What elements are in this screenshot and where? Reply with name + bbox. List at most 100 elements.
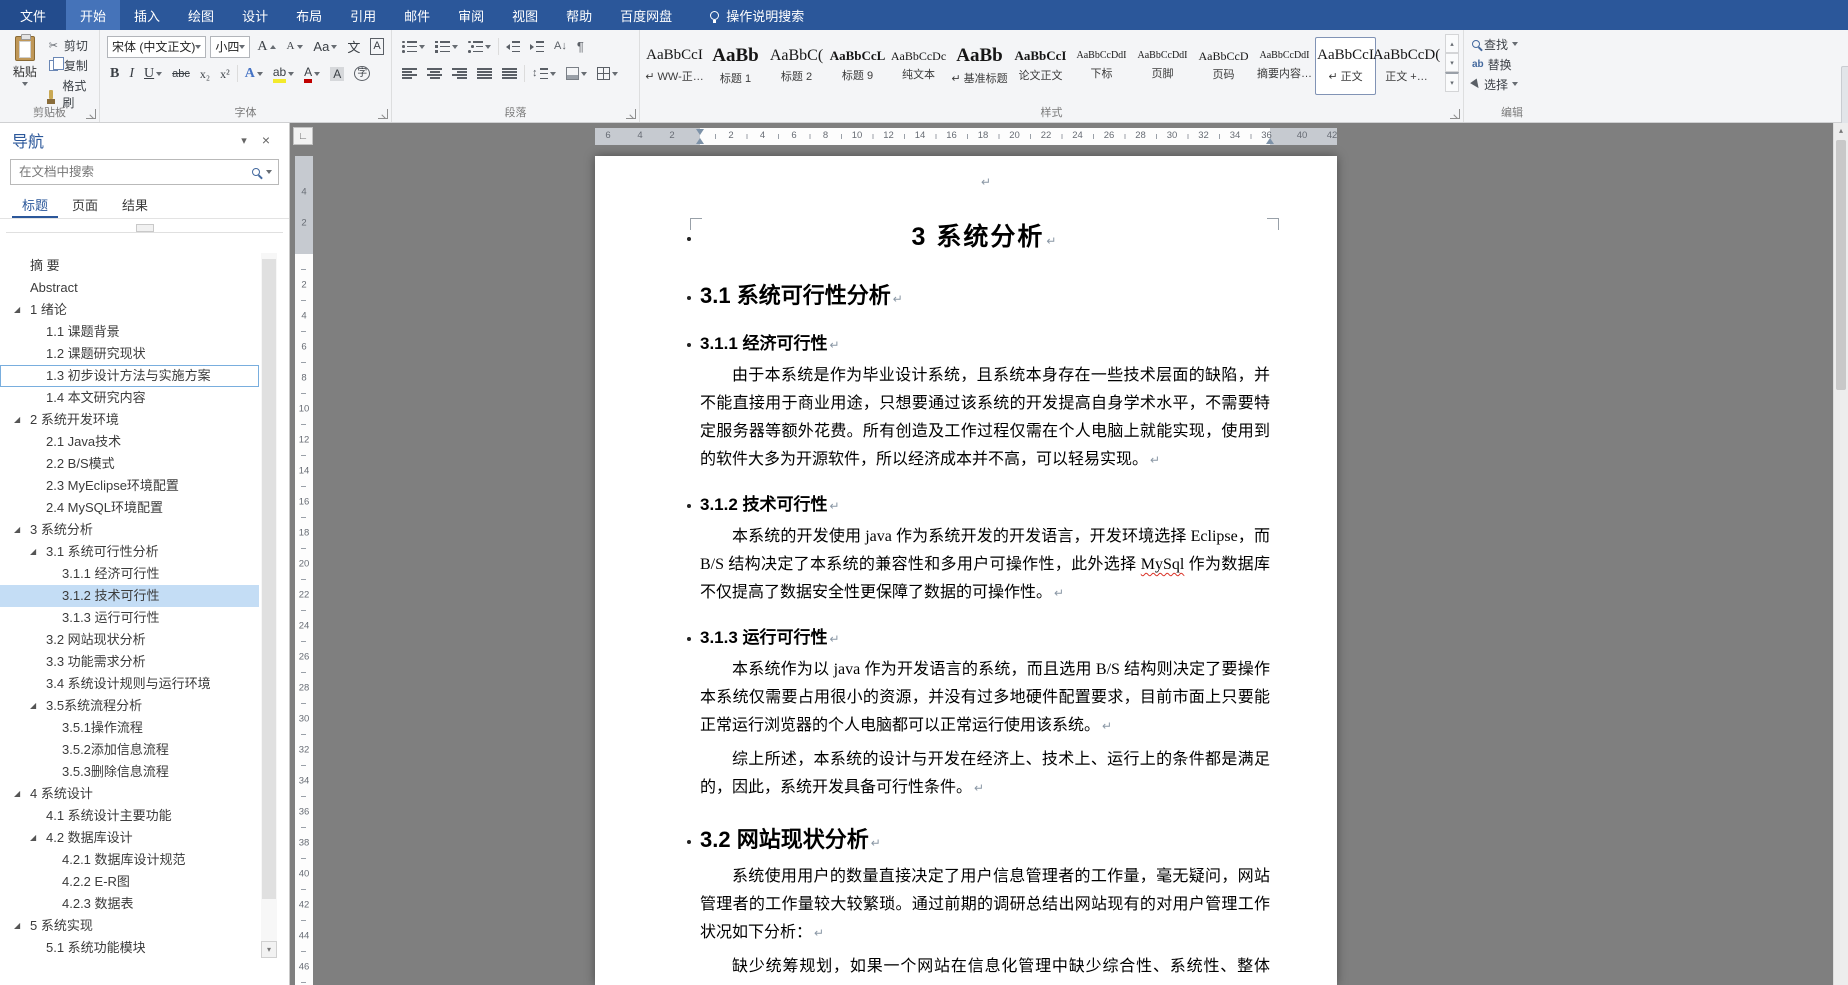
nav-heading-item[interactable]: 1.4 本文研究内容 [0,387,259,409]
gallery-more-button[interactable]: ▾ [1445,72,1459,92]
highlight-button[interactable]: ab [270,64,297,83]
ribbon-tab-layout[interactable]: 布局 [282,0,336,30]
ribbon-tab-help[interactable]: 帮助 [552,0,606,30]
nav-heading-item[interactable]: 3.1.2 技术可行性 [0,585,259,607]
document-search-input[interactable] [17,164,246,180]
doc-paragraph[interactable]: 本系统作为以 java 作为开发语言的系统，而且选用 B/S 结构则决定了要操作… [700,656,1270,740]
select-button[interactable]: 选择 [1468,74,1556,94]
paragraph-dialog-launcher[interactable] [626,109,636,119]
first-line-indent-marker[interactable] [696,129,704,135]
nav-heading-item[interactable]: 3.4 系统设计规则与运行环境 [0,673,259,695]
character-border-button[interactable]: A [367,37,386,55]
nav-tab-headings[interactable]: 标题 [12,193,58,218]
text-effects-button[interactable]: A [242,66,266,82]
nav-heading-item[interactable]: ◢3.1 系统可行性分析 [0,541,259,563]
paste-button[interactable]: 粘贴 [4,33,46,106]
style-gallery-item[interactable]: AaBbCcDdI摘要内容… [1254,37,1315,95]
doc-heading-3[interactable]: 3.1.3 运行可行性↵ [700,627,1270,650]
ribbon-tab-review[interactable]: 审阅 [444,0,498,30]
doc-heading-1[interactable]: 3 系统分析↵ [700,220,1270,258]
nav-heading-item[interactable]: 2.2 B/S模式 [0,453,259,475]
ribbon-tab-view[interactable]: 视图 [498,0,552,30]
doc-heading-2[interactable]: 3.2 网站现状分析↵ [700,826,1270,857]
ribbon-tab-references[interactable]: 引用 [336,0,390,30]
nav-heading-item[interactable]: 摘 要 [0,255,259,277]
navigation-scroll-down-button[interactable]: ▾ [261,941,277,958]
nav-heading-item[interactable]: 1.3 初步设计方法与实施方案 [0,365,259,387]
collapse-triangle-icon[interactable]: ◢ [30,695,36,717]
navigation-scrollbar[interactable]: ▾ [261,253,277,958]
nav-heading-item[interactable]: 3.5.2添加信息流程 [0,739,259,761]
nav-scroll-top-handle[interactable] [6,221,283,233]
document-scrollbar[interactable]: ▴ [1833,123,1848,985]
decrease-indent-button[interactable] [503,40,523,53]
collapse-triangle-icon[interactable]: ◢ [14,519,20,541]
style-gallery-item[interactable]: AaBbCcI↵ 正文 [1315,37,1376,95]
style-gallery-item[interactable]: AaBbCcD(正文 +… [1376,37,1437,95]
style-gallery-item[interactable]: AaBbCcI论文正文 [1010,37,1071,95]
distribute-button[interactable] [499,67,520,80]
nav-heading-item[interactable]: ◢5 系统实现 [0,915,259,937]
underline-button[interactable]: U [141,66,165,82]
sort-button[interactable]: A↓ [551,40,570,53]
document-scroll-up-button[interactable]: ▴ [1834,123,1848,138]
style-gallery-item[interactable]: AaBb标题 1 [705,37,766,95]
nav-heading-item[interactable]: ◢3 系统分析 [0,519,259,541]
phonetic-guide-button[interactable]: 文 [344,36,363,57]
nav-heading-item[interactable]: 3.1.3 运行可行性 [0,607,259,629]
collapse-triangle-icon[interactable]: ◢ [30,541,36,563]
font-size-combo[interactable]: 小四 [210,36,250,58]
nav-heading-item[interactable]: ◢2 系统开发环境 [0,409,259,431]
bullets-button[interactable] [399,40,428,53]
nav-heading-item[interactable]: 4.2.1 数据库设计规范 [0,849,259,871]
ribbon-tab-mailings[interactable]: 邮件 [390,0,444,30]
style-gallery-item[interactable]: AaBb↵ 基准标题 [949,37,1010,95]
nav-tab-pages[interactable]: 页面 [62,193,108,218]
superscript-button[interactable]: x² [217,67,233,81]
ribbon-tab-baidu-netdisk[interactable]: 百度网盘 [606,0,686,30]
subscript-button[interactable]: x₂ [197,67,213,81]
tab-selector[interactable]: ∟ [293,127,313,145]
italic-button[interactable]: I [126,66,137,82]
align-left-button[interactable] [399,67,420,80]
clipboard-dialog-launcher[interactable] [86,109,96,119]
borders-button[interactable] [594,66,621,81]
font-family-combo[interactable]: 宋体 (中文正文) [107,36,206,58]
nav-heading-item[interactable]: 4.1 系统设计主要功能 [0,805,259,827]
nav-heading-item[interactable]: ◢1 绪论 [0,299,259,321]
nav-heading-item[interactable]: 1.2 课题研究现状 [0,343,259,365]
increase-indent-button[interactable] [527,40,547,53]
ribbon-tab-draw[interactable]: 绘图 [174,0,228,30]
empty-paragraph[interactable]: ↵ [700,174,1270,200]
nav-heading-item[interactable]: ◢3.5系统流程分析 [0,695,259,717]
character-shading-button[interactable]: A [327,66,347,82]
doc-paragraph[interactable]: 由于本系统是作为毕业设计系统，且系统本身存在一些技术层面的缺陷，并不能直接用于商… [700,362,1270,474]
hanging-indent-marker[interactable] [696,138,704,144]
find-button[interactable]: 查找 [1468,34,1556,54]
nav-heading-item[interactable]: 2.4 MySQL环境配置 [0,497,259,519]
replace-button[interactable]: ab 替换 [1468,54,1556,74]
nav-heading-item[interactable]: Abstract [0,277,259,299]
gallery-scroll-down-button[interactable]: ▾ [1445,53,1459,72]
nav-heading-item[interactable]: 3.5.1操作流程 [0,717,259,739]
nav-heading-item[interactable]: 2.3 MyEclipse环境配置 [0,475,259,497]
style-gallery-item[interactable]: AaBbCcD页码 [1193,37,1254,95]
shrink-font-button[interactable]: A [283,40,306,53]
bold-button[interactable]: B [107,66,122,82]
doc-paragraph[interactable]: 系统使用用户的数量直接决定了用户信息管理者的工作量，毫无疑问，网站管理者的工作量… [700,863,1270,947]
tell-me-search[interactable]: 操作说明搜索 [710,0,804,30]
style-gallery-item[interactable]: AaBbCcDdI页脚 [1132,37,1193,95]
line-spacing-button[interactable]: ↕ [529,67,559,80]
numbering-button[interactable] [432,40,461,53]
nav-heading-item[interactable]: 3.1.1 经济可行性 [0,563,259,585]
nav-heading-item[interactable]: 2.1 Java技术 [0,431,259,453]
ribbon-tab-file[interactable]: 文件 [0,0,66,30]
shading-button[interactable] [563,66,590,81]
styles-dialog-launcher[interactable] [1450,109,1460,119]
collapse-triangle-icon[interactable]: ◢ [14,915,20,937]
show-marks-button[interactable]: ¶ [574,39,587,54]
navigation-close-button[interactable]: × [255,132,277,148]
navigation-options-button[interactable]: ▾ [233,134,255,147]
change-case-button[interactable]: Aa [310,38,340,55]
multilevel-list-button[interactable] [465,40,494,53]
